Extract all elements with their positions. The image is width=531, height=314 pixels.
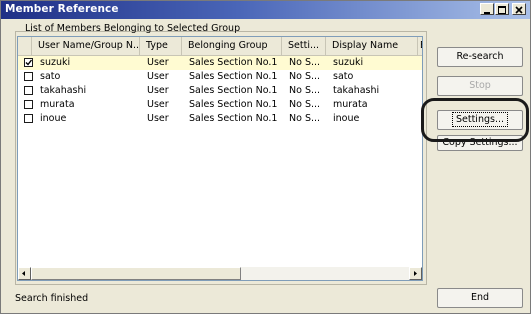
table-row[interactable]: sato User Sales Section No.1 No S... sato [18, 70, 422, 84]
check-icon [25, 59, 32, 66]
scroll-left-button[interactable] [18, 267, 31, 280]
cell-group: Sales Section No.1 [189, 113, 278, 124]
minimize-icon[interactable] [480, 3, 494, 15]
table-row[interactable]: suzuki User Sales Section No.1 No S... suzuk… [18, 56, 422, 70]
cell-setting: No S... [289, 85, 321, 96]
cell-name: suzuki [40, 57, 71, 68]
list-header: User Name/Group N... Type Belonging Grou… [18, 37, 422, 56]
cell-name: murata [40, 99, 75, 110]
end-button-label: End [470, 292, 490, 303]
member-list[interactable]: User Name/Group N... Type Belonging Grou… [17, 36, 423, 281]
scroll-right-button[interactable] [409, 267, 422, 280]
row-checkbox[interactable] [24, 72, 33, 81]
research-button-label: Re-search [456, 51, 504, 62]
column-type[interactable]: Type [140, 37, 182, 55]
window-title: Member Reference [5, 3, 119, 15]
cell-type: User [147, 113, 169, 124]
status-text: Search finished [15, 293, 89, 304]
title-bar[interactable]: Member Reference [1, 1, 530, 19]
column-belonging-group[interactable]: Belonging Group [182, 37, 282, 55]
cell-group: Sales Section No.1 [189, 85, 278, 96]
callout-highlight [421, 98, 529, 142]
table-row[interactable]: inoue User Sales Section No.1 No S... inoue [18, 112, 422, 126]
table-row[interactable]: murata User Sales Section No.1 No S... murat… [18, 98, 422, 112]
cell-setting: No S... [289, 71, 321, 82]
column-setting[interactable]: Setti... [282, 37, 326, 55]
column-e[interactable]: E [418, 37, 422, 55]
horizontal-scrollbar[interactable] [18, 267, 422, 280]
stop-button-label: Stop [469, 80, 491, 91]
row-checkbox[interactable] [24, 114, 33, 123]
row-checkbox[interactable] [24, 58, 33, 67]
cell-type: User [147, 71, 169, 82]
cell-name: takahashi [40, 85, 87, 96]
cell-display: suzuki [333, 57, 364, 68]
cell-name: sato [40, 71, 61, 82]
research-button[interactable]: Re-search [437, 47, 523, 67]
cell-group: Sales Section No.1 [189, 57, 278, 68]
cell-setting: No S... [289, 57, 321, 68]
cell-display: sato [333, 71, 354, 82]
column-user-name[interactable]: User Name/Group N... [32, 37, 140, 55]
cell-type: User [147, 85, 169, 96]
stop-button[interactable]: Stop [437, 76, 523, 96]
cell-group: Sales Section No.1 [189, 71, 278, 82]
cell-display: murata [333, 99, 368, 110]
maximize-icon[interactable] [495, 3, 509, 15]
member-reference-window: Member Reference List of Members Belongi… [0, 0, 531, 314]
cell-setting: No S... [289, 99, 321, 110]
cell-type: User [147, 99, 169, 110]
scrollbar-thumb[interactable] [31, 267, 241, 280]
cell-display: takahashi [333, 85, 380, 96]
column-display-name[interactable]: Display Name [326, 37, 418, 55]
row-checkbox[interactable] [24, 100, 33, 109]
cell-type: User [147, 57, 169, 68]
cell-display: inoue [333, 113, 360, 124]
cell-setting: No S... [289, 113, 321, 124]
member-list-group-label: List of Members Belonging to Selected Gr… [25, 23, 241, 34]
header-checkbox-column [18, 37, 32, 55]
cell-group: Sales Section No.1 [189, 99, 278, 110]
end-button[interactable]: End [437, 288, 523, 308]
table-row[interactable]: takahashi User Sales Section No.1 No S... ta… [18, 84, 422, 98]
row-checkbox[interactable] [24, 86, 33, 95]
cell-name: inoue [40, 113, 67, 124]
close-icon[interactable] [512, 3, 526, 15]
